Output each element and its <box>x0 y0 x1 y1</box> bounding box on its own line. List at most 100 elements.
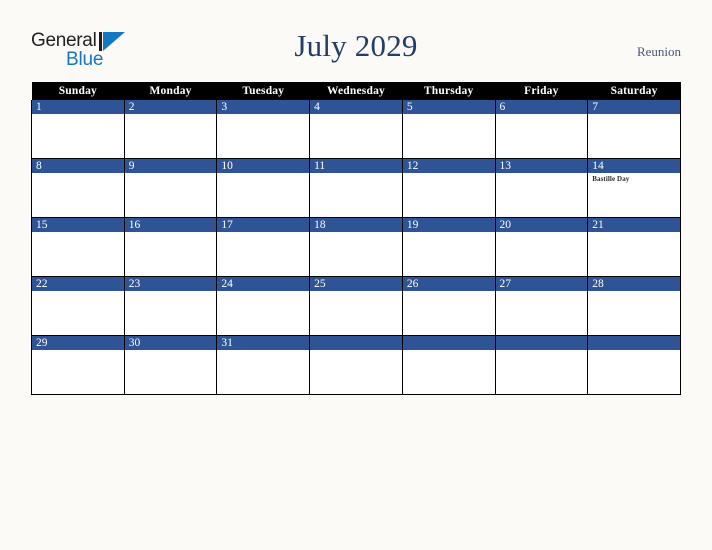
day-box: 23 <box>124 277 217 335</box>
day-box: 7 <box>588 100 680 158</box>
calendar-week-row: 8 9 10 11 12 13 14 Bastille Day <box>31 158 681 218</box>
day-box: 24 <box>217 277 310 335</box>
calendar-day-cell[interactable]: 10 <box>216 158 311 218</box>
calendar-day-cell[interactable]: 24 <box>216 276 311 336</box>
calendar-day-cell[interactable]: 12 <box>401 158 496 218</box>
day-number: 14 <box>588 159 680 173</box>
day-box: 21 <box>588 218 680 276</box>
day-box: 3 <box>217 100 310 158</box>
calendar-day-cell[interactable]: 3 <box>216 100 311 159</box>
calendar-day-cell[interactable]: 1 <box>31 100 125 159</box>
calendar-week-row: 29 30 31 <box>31 335 681 395</box>
day-number: 5 <box>402 100 495 114</box>
calendar-body: 1 2 3 4 5 6 7 8 9 10 11 12 13 14 Bastille Day 15 16 17 18 1… <box>31 100 681 395</box>
day-number: 4 <box>310 100 402 114</box>
day-box: 16 <box>124 218 217 276</box>
calendar-week-row: 22 23 24 25 26 27 28 <box>31 276 681 336</box>
calendar-day-cell[interactable]: 4 <box>309 100 403 159</box>
day-box: 15 <box>32 218 124 276</box>
day-number: 17 <box>217 218 310 232</box>
day-number: 30 <box>124 336 217 350</box>
day-box <box>495 336 588 394</box>
day-box: 9 <box>124 159 217 217</box>
region-label: Reunion <box>636 44 681 59</box>
day-box: 19 <box>402 218 495 276</box>
day-number: 2 <box>124 100 217 114</box>
day-box: 8 <box>32 159 124 217</box>
day-box: 5 <box>402 100 495 158</box>
holiday-event-label: Bastille Day <box>592 175 630 183</box>
calendar-day-cell[interactable]: 14 Bastille Day <box>587 158 681 218</box>
day-number: 11 <box>310 159 402 173</box>
calendar-empty-cell[interactable] <box>494 335 589 395</box>
day-number: 28 <box>588 277 680 291</box>
calendar-day-cell[interactable]: 30 <box>123 335 218 395</box>
day-box: 22 <box>32 277 124 335</box>
calendar-day-cell[interactable]: 6 <box>494 100 589 159</box>
day-box: 4 <box>310 100 402 158</box>
day-number: 1 <box>32 100 124 114</box>
day-number: 3 <box>217 100 310 114</box>
day-number: 15 <box>32 218 124 232</box>
calendar-day-cell[interactable]: 13 <box>494 158 589 218</box>
day-number: 9 <box>124 159 217 173</box>
day-number: 12 <box>402 159 495 173</box>
day-number: 18 <box>310 218 402 232</box>
day-number: 6 <box>495 100 588 114</box>
calendar-empty-cell[interactable] <box>401 335 496 395</box>
day-events: Bastille Day <box>588 173 680 184</box>
day-box <box>588 336 680 394</box>
weekday-header-monday: Monday <box>124 82 217 100</box>
calendar-weekday-header: Sunday Monday Tuesday Wednesday Thursday Frid… <box>31 82 681 100</box>
calendar-day-cell[interactable]: 25 <box>309 276 403 336</box>
day-box: 14 Bastille Day <box>588 159 680 217</box>
calendar-day-cell[interactable]: 31 <box>216 335 311 395</box>
weekday-header-thursday: Thursday <box>402 82 496 100</box>
day-box: 28 <box>588 277 680 335</box>
day-box: 17 <box>217 218 310 276</box>
day-box: 27 <box>495 277 588 335</box>
day-number: 26 <box>402 277 495 291</box>
calendar-day-cell[interactable]: 22 <box>31 276 125 336</box>
day-number: 24 <box>217 277 310 291</box>
calendar-day-cell[interactable]: 8 <box>31 158 125 218</box>
calendar-day-cell[interactable]: 5 <box>401 100 496 159</box>
calendar-empty-cell[interactable] <box>309 335 403 395</box>
day-number: 20 <box>495 218 588 232</box>
calendar-day-cell[interactable]: 23 <box>123 276 218 336</box>
calendar-day-cell[interactable]: 27 <box>494 276 589 336</box>
day-box: 11 <box>310 159 402 217</box>
calendar-day-cell[interactable]: 26 <box>401 276 496 336</box>
day-box: 31 <box>217 336 310 394</box>
page-title: July 2029 <box>294 28 418 63</box>
day-number: 25 <box>310 277 402 291</box>
calendar-day-cell[interactable]: 11 <box>309 158 403 218</box>
day-box: 26 <box>402 277 495 335</box>
day-number: 27 <box>495 277 588 291</box>
weekday-header-saturday: Saturday <box>587 82 681 100</box>
calendar-day-cell[interactable]: 19 <box>401 217 496 277</box>
calendar-empty-cell[interactable] <box>587 335 681 395</box>
calendar-day-cell[interactable]: 21 <box>587 217 681 277</box>
calendar-day-cell[interactable]: 29 <box>31 335 125 395</box>
weekday-header-sunday: Sunday <box>31 82 125 100</box>
calendar-day-cell[interactable]: 20 <box>494 217 589 277</box>
day-box: 10 <box>217 159 310 217</box>
day-box: 1 <box>32 100 124 158</box>
calendar-day-cell[interactable]: 15 <box>31 217 125 277</box>
day-box: 29 <box>32 336 124 394</box>
calendar-day-cell[interactable]: 9 <box>123 158 218 218</box>
day-box: 18 <box>310 218 402 276</box>
calendar-day-cell[interactable]: 28 <box>587 276 681 336</box>
weekday-header-row: Sunday Monday Tuesday Wednesday Thursday Frid… <box>31 82 681 100</box>
day-box: 20 <box>495 218 588 276</box>
weekday-header-tuesday: Tuesday <box>216 82 310 100</box>
calendar-day-cell[interactable]: 16 <box>123 217 218 277</box>
calendar-week-row: 15 16 17 18 19 20 21 <box>31 217 681 277</box>
calendar-day-cell[interactable]: 7 <box>587 100 681 159</box>
calendar-day-cell[interactable]: 17 <box>216 217 311 277</box>
calendar-container: Sunday Monday Tuesday Wednesday Thursday Frid… <box>31 82 681 395</box>
day-number: 16 <box>124 218 217 232</box>
calendar-day-cell[interactable]: 18 <box>309 217 403 277</box>
calendar-day-cell[interactable]: 2 <box>123 100 218 159</box>
